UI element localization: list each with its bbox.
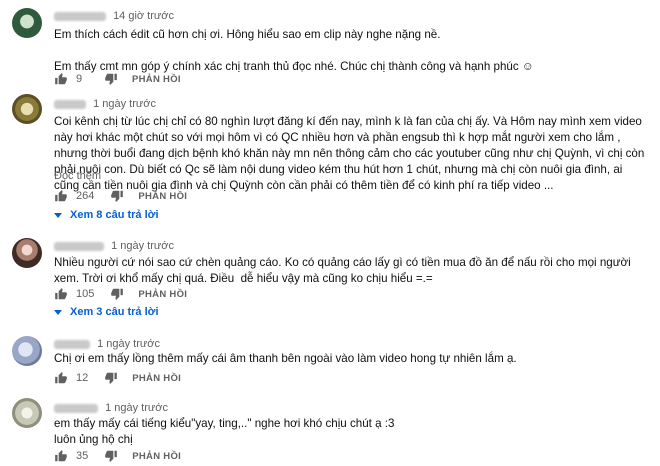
thumb-down-icon[interactable] [104, 449, 118, 463]
thumb-down-icon[interactable] [110, 189, 124, 203]
comment-text: Em thích cách édit cũ hơn chị ơi. Hông h… [54, 28, 534, 73]
author-name-blurred[interactable] [54, 11, 106, 21]
comment-header: 14 giờ trước [54, 10, 174, 22]
reply-button[interactable]: PHẢN HỒI [138, 191, 187, 202]
reply-button[interactable]: PHẢN HỒI [132, 373, 181, 384]
read-more-link[interactable]: Đọc thêm [54, 170, 101, 182]
comment-header: 1 ngày trước [54, 240, 174, 252]
author-name-blurred[interactable] [54, 339, 90, 349]
avatar[interactable] [12, 238, 42, 268]
author-name-blurred[interactable] [54, 241, 104, 251]
comment-actions: 105 PHẢN HỒI [54, 286, 187, 302]
avatar[interactable] [12, 8, 42, 38]
comment-actions: 264 PHẢN HỒI [54, 188, 187, 204]
comment-text: em thấy mấy cái tiếng kiểu"yay, ting,.."… [54, 417, 395, 446]
view-replies-button[interactable]: Xem 8 câu trả lời [54, 209, 159, 221]
comment-actions: 12 PHẢN HỒI [54, 370, 181, 386]
thumb-up-icon[interactable] [54, 189, 68, 203]
thumb-down-icon[interactable] [104, 72, 118, 86]
comment-actions: 9 PHẢN HỒI [54, 71, 181, 87]
like-count: 264 [76, 190, 95, 202]
thumb-down-icon[interactable] [104, 371, 118, 385]
like-count: 12 [76, 372, 89, 384]
avatar[interactable] [12, 336, 42, 366]
thumb-down-icon[interactable] [110, 287, 124, 301]
comment-text: Chị ơi em thấy lồng thêm mấy cái âm than… [54, 352, 517, 365]
comment-actions: 35 PHẢN HỒI [54, 448, 181, 464]
comment-time[interactable]: 1 ngày trước [97, 338, 160, 350]
thumb-up-icon[interactable] [54, 449, 68, 463]
author-name-blurred[interactable] [54, 99, 86, 109]
comment-text: Coi kênh chị từ lúc chị chỉ có 80 nghìn … [54, 115, 648, 192]
reply-button[interactable]: PHẢN HỒI [138, 289, 187, 300]
thumb-up-icon[interactable] [54, 72, 68, 86]
comment-time[interactable]: 14 giờ trước [113, 10, 174, 22]
comment-time[interactable]: 1 ngày trước [105, 402, 168, 414]
thumb-up-icon[interactable] [54, 287, 68, 301]
thumb-up-icon[interactable] [54, 371, 68, 385]
comment-header: 1 ngày trước [54, 338, 160, 350]
reply-button[interactable]: PHẢN HỒI [132, 74, 181, 85]
comment-time[interactable]: 1 ngày trước [93, 98, 156, 110]
reply-button[interactable]: PHẢN HỒI [132, 451, 181, 462]
avatar[interactable] [12, 398, 42, 428]
caret-down-icon [54, 309, 62, 315]
comment-header: 1 ngày trước [54, 402, 168, 414]
avatar[interactable] [12, 94, 42, 124]
view-replies-label: Xem 3 câu trả lời [70, 306, 159, 318]
comment-header: 1 ngày trước [54, 98, 156, 110]
view-replies-button[interactable]: Xem 3 câu trả lời [54, 306, 159, 318]
author-name-blurred[interactable] [54, 403, 98, 413]
like-count: 9 [76, 73, 83, 85]
like-count: 35 [76, 450, 89, 462]
comment-time[interactable]: 1 ngày trước [111, 240, 174, 252]
view-replies-label: Xem 8 câu trả lời [70, 209, 159, 221]
comment-text: Nhiều người cứ nói sao cứ chèn quảng cáo… [54, 256, 634, 285]
caret-down-icon [54, 212, 62, 218]
like-count: 105 [76, 288, 95, 300]
